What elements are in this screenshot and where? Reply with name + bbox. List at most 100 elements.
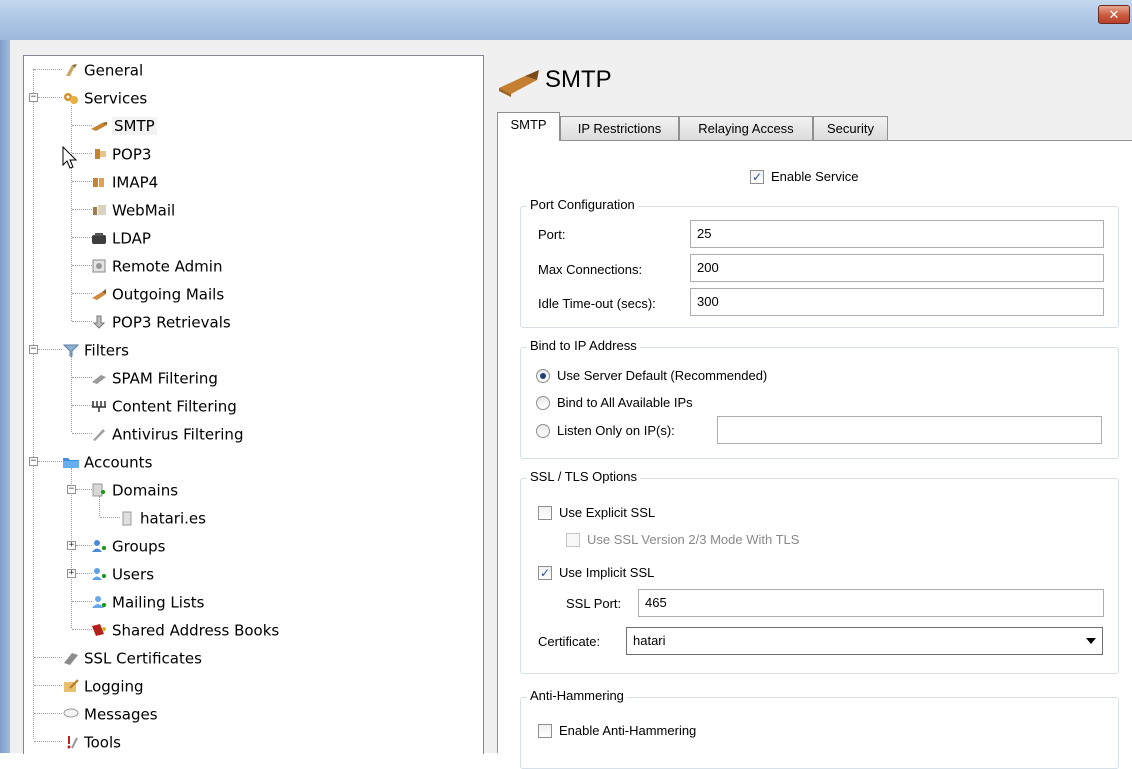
tree-item-tools[interactable]: Tools (62, 730, 121, 752)
tree-item-groups[interactable]: Groups (90, 534, 165, 556)
max-connections-input[interactable]: 200 (690, 254, 1104, 282)
tree-expander[interactable]: − (29, 457, 38, 466)
group-title: Port Configuration (527, 197, 638, 212)
tree-connector (72, 181, 92, 182)
tree-item-content-filtering[interactable]: Content Filtering (90, 394, 237, 416)
use-server-default-radio[interactable] (536, 369, 550, 383)
tree-item-label: LDAP (112, 229, 151, 248)
tree-connector (34, 69, 62, 70)
domain-icon (118, 510, 136, 526)
tree-item-messages[interactable]: Messages (62, 702, 158, 724)
tree-item-label: Domains (112, 481, 179, 500)
tree-item-smtp[interactable]: SMTP (90, 114, 157, 136)
tree-item-ldap[interactable]: LDAP (90, 226, 151, 248)
tree-expander[interactable]: − (29, 345, 38, 354)
tree-item-label: SSL Certificates (84, 649, 202, 668)
folder-icon (62, 454, 80, 470)
tree-item-outgoing-mails[interactable]: Outgoing Mails (90, 282, 224, 304)
tree-item-general[interactable]: General (62, 58, 143, 80)
users-icon (90, 566, 108, 582)
tree-connector (72, 209, 92, 210)
tree-connector (72, 265, 92, 266)
tree-connector (72, 405, 92, 406)
window-frame-left (0, 40, 10, 753)
tree-item-filters[interactable]: Filters (62, 338, 129, 360)
bind-all-ips-label: Bind to All Available IPs (557, 395, 693, 410)
listen-ip-input[interactable] (717, 416, 1102, 444)
smtp-arrow-icon (499, 70, 539, 97)
pop3-retrievals-icon (90, 314, 108, 330)
window-close-button[interactable]: ✕ (1098, 5, 1130, 24)
tree-item-services[interactable]: Services (62, 86, 147, 108)
tab-security[interactable]: Security (813, 116, 888, 140)
tree-item-label: Outgoing Mails (112, 285, 225, 304)
tree-expander[interactable]: − (29, 93, 38, 102)
tree-item-label: WebMail (112, 201, 176, 220)
certificate-value: hatari (633, 633, 666, 648)
tree-item-label: IMAP4 (112, 173, 159, 192)
tree-connector (72, 433, 92, 434)
tab-relaying-access[interactable]: Relaying Access (679, 116, 813, 140)
tree-connector (100, 517, 120, 518)
certificate-icon (62, 650, 80, 666)
tree-item-domains[interactable]: Domains (90, 478, 178, 500)
tab-smtp[interactable]: SMTP (497, 112, 560, 141)
services-icon (62, 90, 80, 106)
tree-item-pop3-retrievals[interactable]: POP3 Retrievals (90, 310, 231, 332)
tree-item-imap4[interactable]: IMAP4 (90, 170, 158, 192)
tree-item-label: Accounts (84, 453, 153, 472)
content-filtering-icon (90, 398, 108, 414)
tree-item-logging[interactable]: Logging (62, 674, 144, 696)
tree-connector (72, 125, 92, 126)
tree-item-label: Antivirus Filtering (112, 425, 244, 444)
page-title: SMTP (545, 66, 612, 93)
tree-item-antivirus-filtering[interactable]: Antivirus Filtering (90, 422, 243, 444)
tree-item-label: General (84, 61, 144, 80)
tree-item-label: POP3 Retrievals (112, 313, 231, 332)
certificate-dropdown[interactable]: hatari (626, 627, 1103, 655)
ssl-port-label: SSL Port: (566, 596, 622, 611)
tree-item-remote-admin[interactable]: Remote Admin (90, 254, 222, 276)
explicit-ssl-checkbox[interactable] (538, 506, 552, 520)
tree-connector (71, 356, 72, 432)
tree-item-label: hatari.es (140, 509, 206, 528)
tree-item-mailing-lists[interactable]: Mailing Lists (90, 590, 204, 612)
tree-item-webmail[interactable]: WebMail (90, 198, 175, 220)
implicit-ssl-checkbox[interactable]: ✓ (538, 566, 552, 580)
listen-only-radio[interactable] (536, 424, 550, 438)
navigation-tree[interactable]: General − Services SMTP POP3 IMAP4 WebMa… (23, 55, 484, 754)
ldap-icon (90, 230, 108, 246)
ssl-port-input[interactable]: 465 (638, 589, 1104, 617)
tab-ip-restrictions[interactable]: IP Restrictions (560, 116, 679, 140)
tree-item-spam-filtering[interactable]: SPAM Filtering (90, 366, 218, 388)
listen-only-label: Listen Only on IP(s): (557, 423, 675, 438)
tree-item-accounts[interactable]: Accounts (62, 450, 152, 472)
group-title: Anti-Hammering (527, 688, 627, 703)
explicit-ssl-label: Use Explicit SSL (559, 505, 656, 520)
tree-item-pop3[interactable]: POP3 (90, 142, 151, 164)
tree-expander[interactable]: + (67, 569, 76, 578)
tree-item-hatari-es[interactable]: hatari.es (118, 506, 206, 528)
tree-connector (34, 713, 62, 714)
tree-item-ssl-certificates[interactable]: SSL Certificates (62, 646, 202, 668)
chevron-down-icon (1086, 638, 1096, 644)
tree-connector (33, 461, 34, 739)
tree-connector (72, 321, 92, 322)
port-input[interactable]: 25 (690, 220, 1104, 248)
enable-anti-hammering-checkbox[interactable] (538, 724, 552, 738)
tree-expander[interactable]: − (67, 485, 76, 494)
idle-timeout-input[interactable]: 300 (690, 288, 1104, 316)
enable-anti-hammering-label: Enable Anti-Hammering (559, 723, 697, 738)
tree-item-label: Messages (84, 705, 158, 724)
tree-expander[interactable]: + (67, 541, 76, 550)
tools-icon (62, 734, 80, 750)
enable-service-checkbox[interactable]: ✓ (750, 170, 764, 184)
ssl-v23-label: Use SSL Version 2/3 Mode With TLS (587, 532, 800, 547)
filters-icon (62, 342, 80, 358)
tree-item-users[interactable]: Users (90, 562, 154, 584)
tree-item-shared-address-books[interactable]: Shared Address Books (90, 618, 279, 640)
tree-item-label: Logging (84, 677, 144, 696)
bind-all-ips-radio[interactable] (536, 396, 550, 410)
tree-item-label: POP3 (112, 145, 152, 164)
remote-admin-icon (90, 258, 108, 274)
